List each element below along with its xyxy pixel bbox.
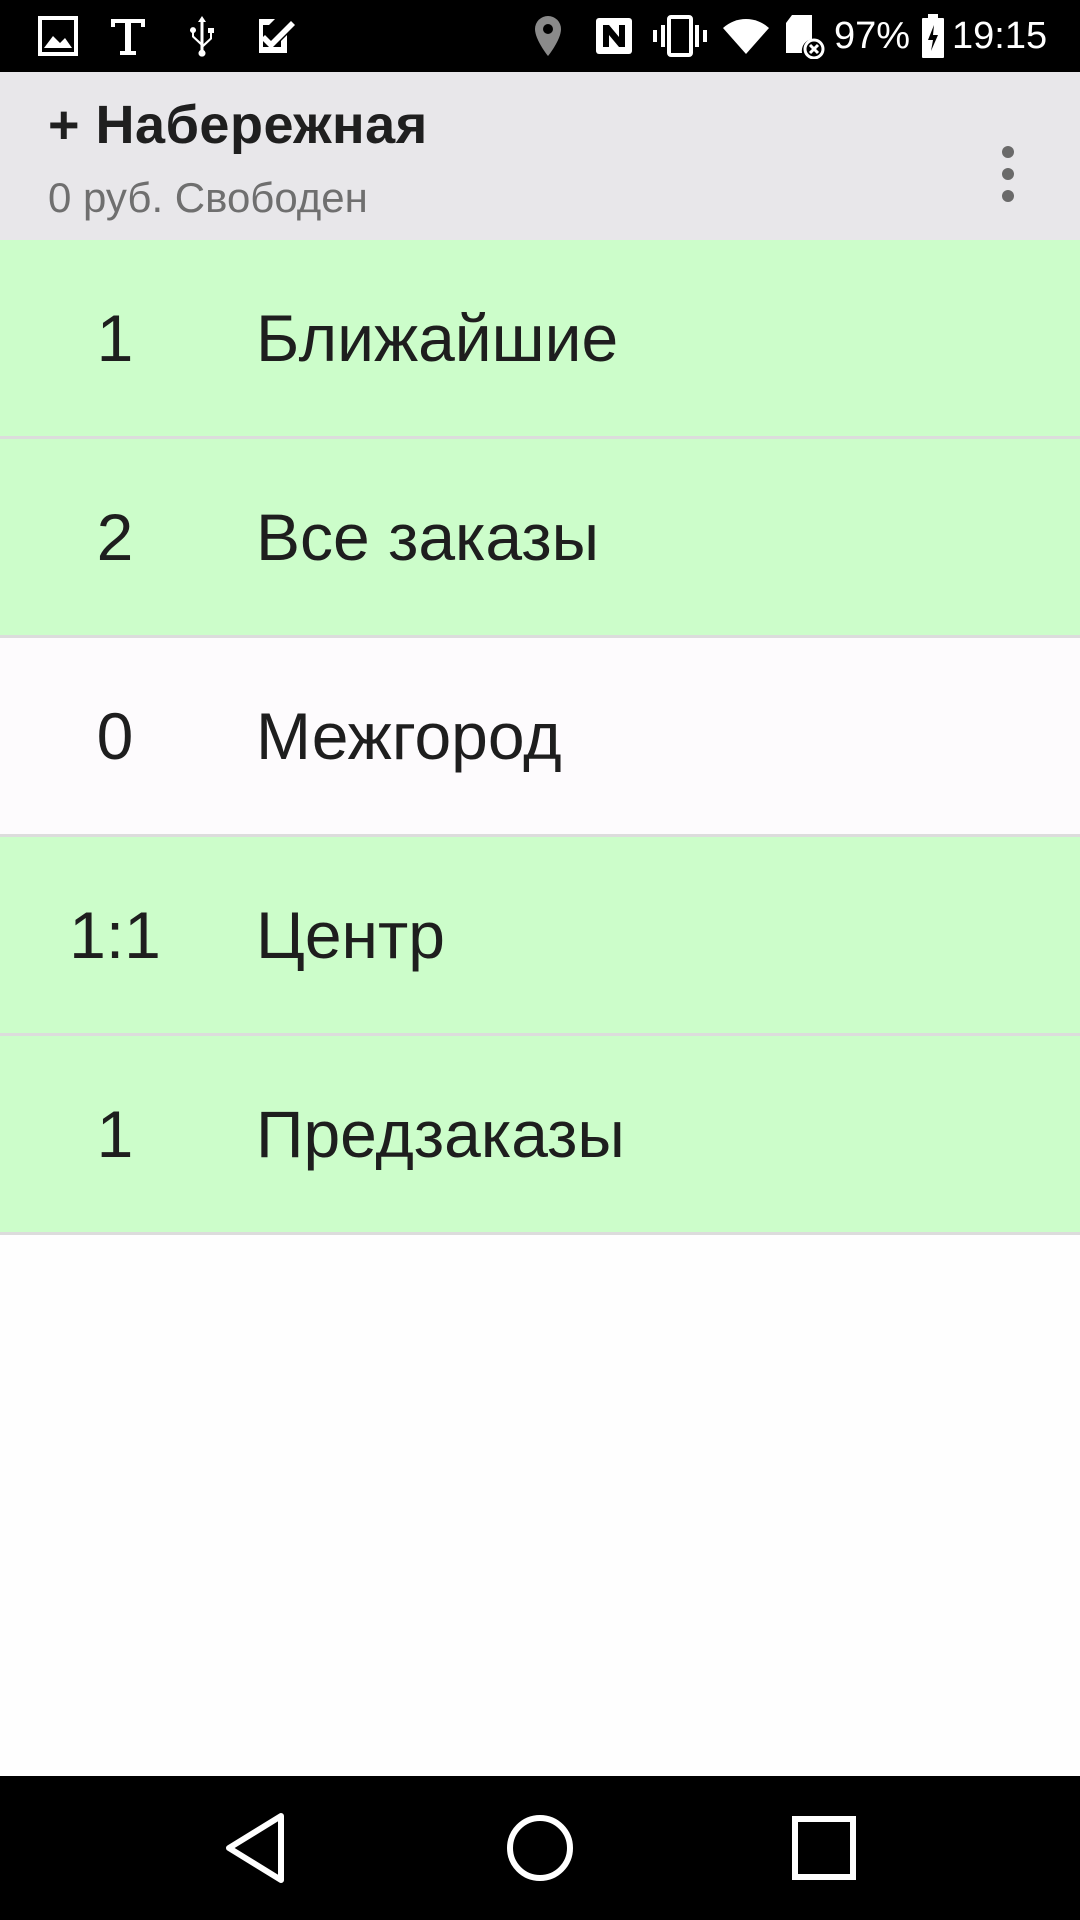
list-item-intercity[interactable]: 0 Межгород — [0, 638, 1080, 837]
list-item-count: 0 — [96, 699, 134, 773]
text-icon — [106, 12, 150, 60]
list-item-count: 1:1 — [69, 898, 161, 972]
vibrate-icon — [652, 12, 708, 60]
list-item-label: Центр — [256, 898, 445, 972]
list-item-all-orders[interactable]: 2 Все заказы — [0, 439, 1080, 638]
battery-icon — [918, 12, 948, 60]
list-item-preorders[interactable]: 1 Предзаказы — [0, 1036, 1080, 1235]
list-item-count: 2 — [96, 500, 134, 574]
sd-card-icon — [782, 12, 826, 60]
clock: 19:15 — [952, 15, 1048, 57]
list-item-label: Предзаказы — [256, 1097, 625, 1171]
order-category-list: 1 Ближайшие 2 Все заказы 0 Межгород 1:1 … — [0, 240, 1080, 1235]
page-title[interactable]: + Набережная — [48, 94, 428, 156]
image-icon — [36, 12, 80, 60]
status-bar: 97% 19:15 — [0, 0, 1080, 72]
location-icon — [530, 12, 566, 60]
usb-icon — [182, 12, 222, 60]
navigation-bar — [0, 1776, 1080, 1920]
checkmark-icon — [252, 12, 296, 60]
app-bar: + Набережная 0 руб. Свободен — [0, 72, 1080, 240]
list-item-count: 1 — [96, 1097, 134, 1171]
list-item-label: Все заказы — [256, 500, 600, 574]
list-item-label: Ближайшие — [256, 301, 619, 375]
list-item-label: Межгород — [256, 699, 562, 773]
home-icon[interactable] — [492, 1800, 588, 1896]
list-item-nearest[interactable]: 1 Ближайшие — [0, 240, 1080, 439]
back-icon[interactable] — [208, 1800, 304, 1896]
list-item-center[interactable]: 1:1 Центр — [0, 837, 1080, 1036]
wifi-icon — [720, 12, 772, 60]
more-vert-icon[interactable] — [980, 126, 1036, 222]
list-item-count: 1 — [96, 301, 134, 375]
status-subtitle: 0 руб. Свободен — [48, 174, 368, 221]
recents-icon[interactable] — [776, 1800, 872, 1896]
nfc-icon — [592, 12, 636, 60]
battery-percent: 97% — [834, 15, 911, 57]
